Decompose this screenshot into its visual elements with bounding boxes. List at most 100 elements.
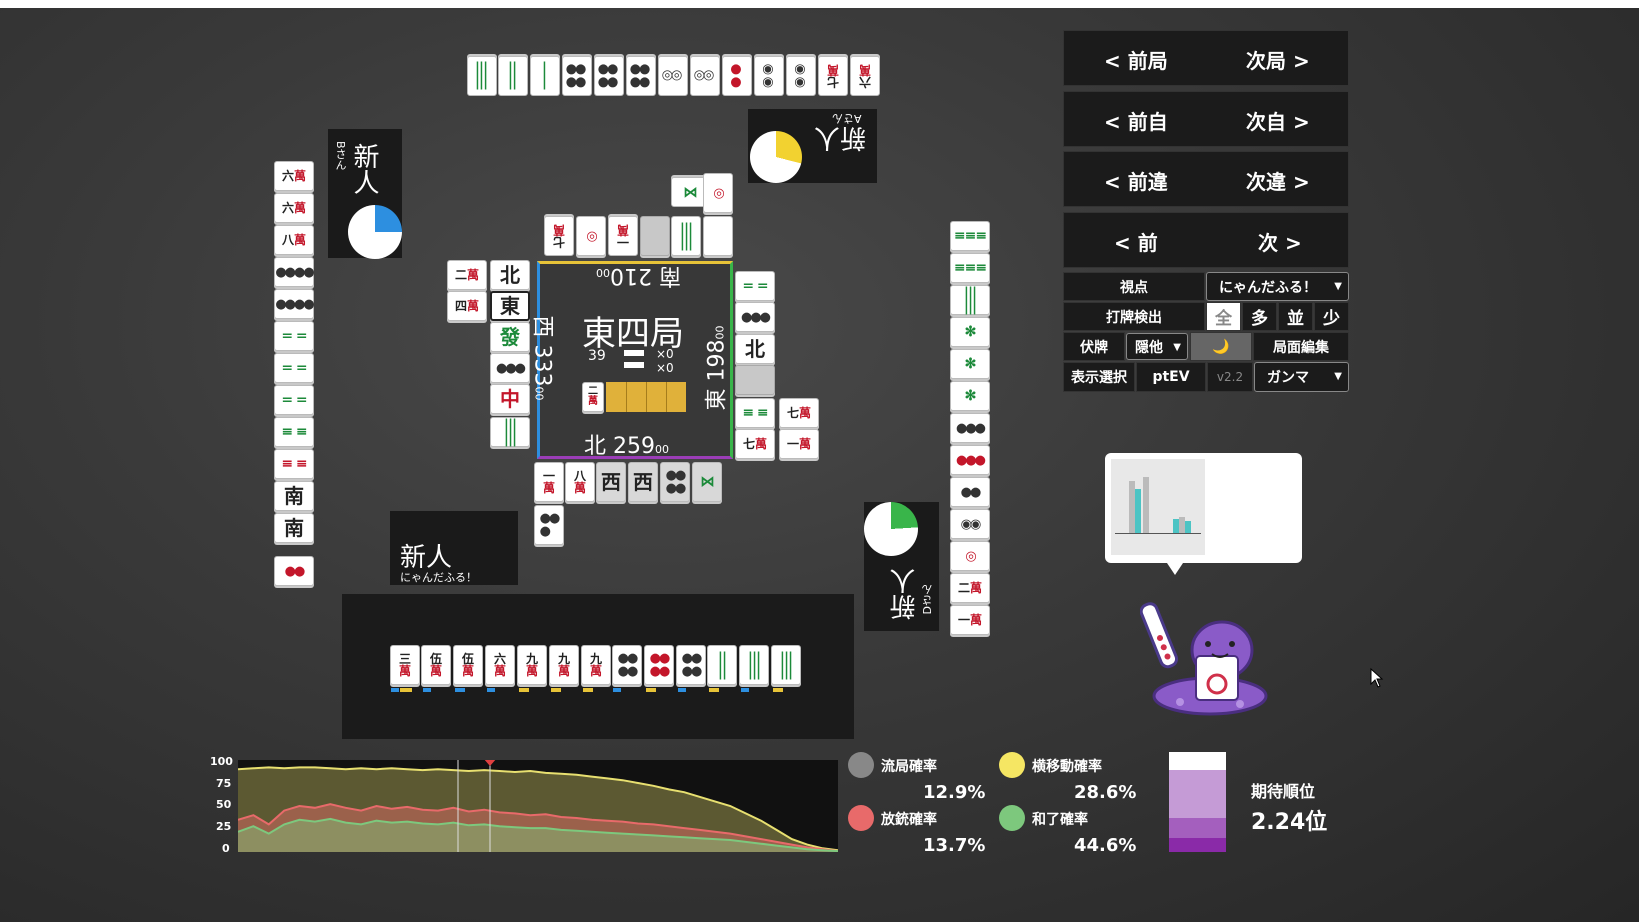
display-select-label: 表示選択 [1063, 362, 1135, 392]
agari-label: 和了確率 [1032, 812, 1088, 828]
prev-diff-button[interactable]: < 前違 [1104, 166, 1168, 195]
win-pie [348, 205, 402, 259]
next-self-button[interactable]: 次自 > [1246, 106, 1310, 135]
tile: 七萬 [544, 216, 574, 256]
tile: 西 [628, 462, 658, 502]
detect-normal-button[interactable]: 並 [1278, 302, 1313, 331]
tile: 一萬 [779, 429, 819, 459]
tile: 北 [735, 334, 775, 364]
hand-tile[interactable]: 九萬 [549, 645, 579, 685]
riichi-stick-icon [624, 362, 644, 368]
round-nav: < 前局 次局 > [1063, 30, 1349, 86]
tile: ≡≡≡ [950, 221, 990, 251]
expected-rank-label: 期待順位 [1251, 782, 1316, 801]
hand-tile[interactable]: 三萬 [390, 645, 420, 685]
tile: 北 [490, 260, 530, 290]
dora-indicator: 二萬 [582, 382, 604, 412]
viewpoint-select[interactable]: にゃんだふる！ ▼ [1206, 272, 1349, 301]
prev-button[interactable]: < 前 [1114, 227, 1158, 256]
expected-rank-bar [1169, 752, 1226, 852]
hidden-select[interactable]: 隠他 ▼ [1126, 333, 1188, 360]
hand-tile[interactable]: 伍萬 [421, 645, 451, 685]
player-rank: 新人 [349, 143, 379, 195]
tile: = = [735, 271, 775, 301]
probability-chart[interactable] [238, 760, 838, 852]
tile: 發 [490, 322, 530, 352]
hand-tile[interactable]: 伍萬 [453, 645, 483, 685]
hand-tile[interactable]: ||| ||| [739, 645, 769, 685]
self-nav: < 前自 次自 > [1063, 91, 1349, 147]
tile: ⋈ [692, 462, 722, 502]
ryukyoku-value: 12.9% [923, 782, 986, 803]
prev-self-button[interactable]: < 前自 [1104, 106, 1168, 135]
tile: ●● [722, 56, 752, 96]
tile: 六萬 [274, 161, 314, 191]
player-rank: 新人 [890, 568, 920, 620]
moon-icon[interactable]: 🌙 [1190, 332, 1252, 361]
hand-tile[interactable]: ||| ||| [771, 645, 801, 685]
yoko-label: 横移動確率 [1032, 759, 1102, 775]
score-west: 西 33300 [529, 315, 555, 401]
y-tick: 25 [216, 820, 232, 833]
tile: 二萬 [447, 260, 487, 290]
next-round-button[interactable]: 次局 > [1246, 45, 1310, 74]
edit-position-button[interactable]: 局面編集 [1253, 332, 1349, 361]
tile: 一萬 [950, 605, 990, 635]
y-tick: 75 [216, 777, 232, 790]
tile: ||| ||| [671, 216, 701, 256]
tile: ||| ||| [467, 56, 497, 96]
mode-select[interactable]: ガンマ ▼ [1254, 362, 1349, 392]
tile: 一萬 [534, 462, 564, 502]
stick-count-1: ×0 [656, 347, 674, 361]
viewpoint-value: にゃんだふる！ [1219, 279, 1317, 296]
tile: ●●● [950, 413, 990, 443]
tile: ●● [274, 556, 314, 586]
hand-tile[interactable]: 九萬 [517, 645, 547, 685]
prev-round-button[interactable]: < 前局 [1104, 45, 1168, 74]
tile: ●●● [735, 302, 775, 332]
hand-tile[interactable]: ●● ●● [612, 645, 642, 685]
detect-many-button[interactable]: 多 [1242, 302, 1277, 331]
ryukyoku-label: 流局確率 [881, 759, 937, 775]
tile: ●● [950, 477, 990, 507]
houjuu-value: 13.7% [923, 835, 986, 856]
hand-tile[interactable]: 九萬 [581, 645, 611, 685]
detect-few-button[interactable]: 少 [1314, 302, 1349, 331]
win-pie [864, 502, 918, 556]
ptev-button[interactable]: ptEV [1136, 362, 1206, 392]
hand-tile[interactable]: ●● ●● [644, 645, 674, 685]
tile: ◎◎ [690, 56, 720, 96]
yoko-dot-icon [999, 752, 1025, 778]
tile: ✻ [950, 349, 990, 379]
hidden-value: 隠他 [1135, 339, 1163, 356]
tile: ●●●● [562, 56, 592, 96]
agari-value: 44.6% [1074, 835, 1137, 856]
tile: ||| ||| [490, 417, 530, 447]
player-name: Bさん [334, 141, 347, 171]
hand-tile[interactable]: ●● ●● [676, 645, 706, 685]
tile: ≡ ≡ [735, 398, 775, 428]
tile [735, 365, 775, 395]
tile: 七萬 [818, 56, 848, 96]
tile: 八萬 [565, 462, 595, 502]
honba-count: 39 [588, 348, 606, 364]
tile: ≡≡≡ [950, 253, 990, 283]
hand-tile[interactable]: 六萬 [485, 645, 515, 685]
tile: = = [274, 353, 314, 383]
chevron-down-icon: ▼ [1173, 342, 1181, 353]
player-plate-top: 新人 Aさん [748, 109, 877, 183]
player-name: Dさん [921, 584, 934, 615]
y-tick: 0 [222, 842, 230, 855]
stick-count-2: ×0 [656, 361, 674, 375]
tile: ●●●● [274, 257, 315, 287]
hand-tile[interactable]: || || [707, 645, 737, 685]
chevron-down-icon: ▼ [1334, 281, 1342, 292]
tile: ◉◉ [786, 56, 816, 96]
next-diff-button[interactable]: 次違 > [1246, 166, 1310, 195]
next-button[interactable]: 次 > [1258, 227, 1302, 256]
chevron-down-icon: ▼ [1334, 371, 1342, 382]
tile: = = [274, 385, 314, 415]
tile: 東 [490, 291, 530, 321]
detect-all-button[interactable]: 全 [1206, 302, 1241, 331]
tile: ●●● [534, 505, 564, 545]
